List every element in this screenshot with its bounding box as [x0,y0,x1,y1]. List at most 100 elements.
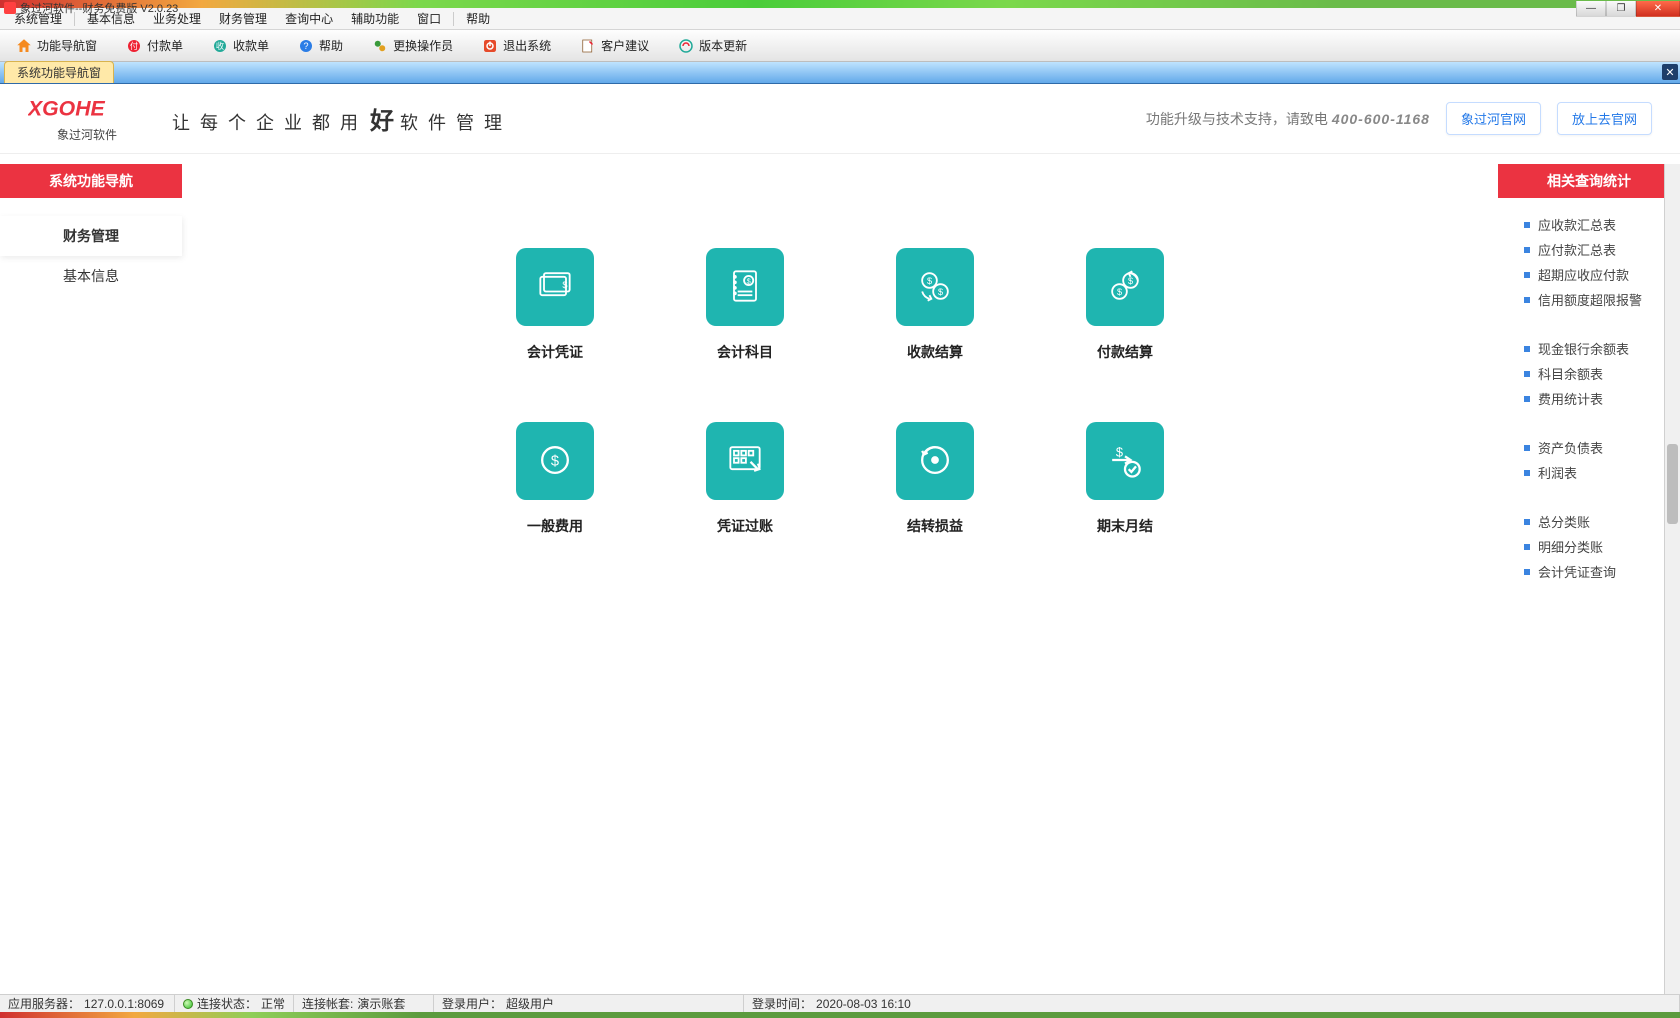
exit-icon [481,37,499,55]
status-server: 应用服务器：127.0.0.1:8069 [0,995,175,1012]
window-close-button[interactable]: ✕ [1636,1,1680,17]
bullet-icon [1524,272,1530,278]
bullet-icon [1524,371,1530,377]
svg-text:付: 付 [130,41,138,51]
tool-feedback[interactable]: 客户建议 [572,34,656,58]
svg-text:$: $ [938,287,943,297]
link-income-statement[interactable]: 利润表 [1524,460,1662,485]
card-voucher[interactable]: $ 会计凭证 [490,248,620,362]
tool-feedback-label: 客户建议 [601,37,649,54]
help-icon: ? [297,37,315,55]
money-out-icon: 付 [125,37,143,55]
svg-text:$: $ [747,276,751,285]
house-icon [15,37,33,55]
svg-text:$: $ [551,453,559,469]
logo-subtitle: 象过河软件 [57,126,117,143]
card-receive[interactable]: $$ 收款结算 [870,248,1000,362]
card-pay-label: 付款结算 [1097,342,1153,362]
secondary-site-button[interactable]: 放上去官网 [1557,102,1652,135]
brand-row: XGOHE 象过河软件 让每个企业都用好软件管理 功能升级与技术支持，请致电 4… [0,84,1680,154]
official-site-button[interactable]: 象过河官网 [1446,102,1541,135]
update-icon [677,37,695,55]
link-overdue[interactable]: 超期应收应付款 [1524,262,1662,287]
scrollbar[interactable] [1664,164,1680,996]
svg-text:$: $ [562,279,567,289]
tab-nav-window[interactable]: 系统功能导航窗 [4,61,114,83]
link-detail-ledger[interactable]: 明细分类账 [1524,534,1662,559]
svg-text:$: $ [927,276,932,286]
svg-text:$: $ [1117,287,1122,297]
tool-update[interactable]: 版本更新 [670,34,754,58]
link-general-ledger[interactable]: 总分类账 [1524,509,1662,534]
tool-exit-label: 退出系统 [503,37,551,54]
support-phone: 400-600-1168 [1332,111,1430,127]
link-credit-alarm[interactable]: 信用额度超限报警 [1524,287,1662,312]
tab-close-button[interactable]: ✕ [1662,64,1678,80]
link-cashbank-balance[interactable]: 现金银行余额表 [1524,336,1662,361]
window-maximize-button[interactable]: ❐ [1606,1,1636,17]
card-post[interactable]: 凭证过账 [680,422,810,536]
bullet-icon [1524,569,1530,575]
tool-pay-bill[interactable]: 付付款单 [118,34,190,58]
bullet-icon [1524,519,1530,525]
sidebar-left: 系统功能导航 财务管理 基本信息 [0,164,182,996]
card-carry[interactable]: 结转损益 [870,422,1000,536]
tool-help[interactable]: ?帮助 [290,34,350,58]
statusbar: 应用服务器：127.0.0.1:8069 连接状态：正常 连接帐套:演示账套 登… [0,994,1680,1012]
status-connection: 连接状态：正常 [175,995,294,1012]
svg-text:收: 收 [216,41,224,51]
link-expense-stats[interactable]: 费用统计表 [1524,386,1662,411]
card-monthend-label: 期末月结 [1097,516,1153,536]
bullet-icon [1524,544,1530,550]
svg-text:XGOHE: XGOHE [28,96,106,120]
link-balance-sheet[interactable]: 资产负债表 [1524,435,1662,460]
money-in-icon: 收 [211,37,229,55]
subject-icon: $ [723,264,767,311]
bullet-icon [1524,247,1530,253]
sidebar-right-header: 相关查询统计 [1498,164,1680,198]
logo: XGOHE 象过河软件 [28,94,146,143]
pay-icon: $$ [1103,264,1147,311]
window-title: 象过河软件--财务免费版 V2.0.23 [20,0,178,16]
app-icon [4,2,16,14]
card-monthend[interactable]: $ 期末月结 [1060,422,1190,536]
tool-nav-window-label: 功能导航窗 [37,37,97,54]
card-post-label: 凭证过账 [717,516,773,536]
link-voucher-query[interactable]: 会计凭证查询 [1524,559,1662,584]
link-ap-summary[interactable]: 应付款汇总表 [1524,237,1662,262]
card-pay[interactable]: $$ 付款结算 [1060,248,1190,362]
window-minimize-button[interactable]: — [1576,1,1606,17]
bullet-icon [1524,346,1530,352]
slogan: 让每个企业都用好软件管理 [172,101,512,136]
center-area: $ 会计凭证 $ 会计科目 $$ 收款结算 $$ 付款结算 $ 一般费用 [182,164,1498,996]
link-subject-balance[interactable]: 科目余额表 [1524,361,1662,386]
status-led-icon [183,999,193,1009]
card-expense[interactable]: $ 一般费用 [490,422,620,536]
link-ar-summary[interactable]: 应收款汇总表 [1524,212,1662,237]
tool-receive-bill[interactable]: 收收款单 [204,34,276,58]
status-login-time: 登录时间：2020-08-03 16:10 [744,995,1680,1012]
receive-icon: $$ [913,264,957,311]
tool-switch-user-label: 更换操作员 [393,37,453,54]
status-account-set: 连接帐套:演示账套 [294,995,434,1012]
carry-icon [913,438,957,485]
switch-user-icon [371,37,389,55]
bullet-icon [1524,222,1530,228]
tool-exit[interactable]: 退出系统 [474,34,558,58]
card-subject[interactable]: $ 会计科目 [680,248,810,362]
svg-text:?: ? [304,41,309,51]
svg-text:$: $ [1116,444,1123,459]
sidebar-item-baseinfo[interactable]: 基本信息 [0,256,182,296]
document-tabbar: 系统功能导航窗 ✕ [0,62,1680,84]
card-receive-label: 收款结算 [907,342,963,362]
toolbar: 功能导航窗 付付款单 收收款单 ?帮助 更换操作员 退出系统 客户建议 版本更新 [0,30,1680,62]
support-text: 功能升级与技术支持，请致电 400-600-1168 [1146,109,1430,129]
voucher-icon: $ [533,264,577,311]
card-voucher-label: 会计凭证 [527,342,583,362]
card-subject-label: 会计科目 [717,342,773,362]
sidebar-item-finance[interactable]: 财务管理 [0,216,182,256]
tool-nav-window[interactable]: 功能导航窗 [8,34,104,58]
bullet-icon [1524,445,1530,451]
post-icon [723,438,767,485]
tool-switch-user[interactable]: 更换操作员 [364,34,460,58]
